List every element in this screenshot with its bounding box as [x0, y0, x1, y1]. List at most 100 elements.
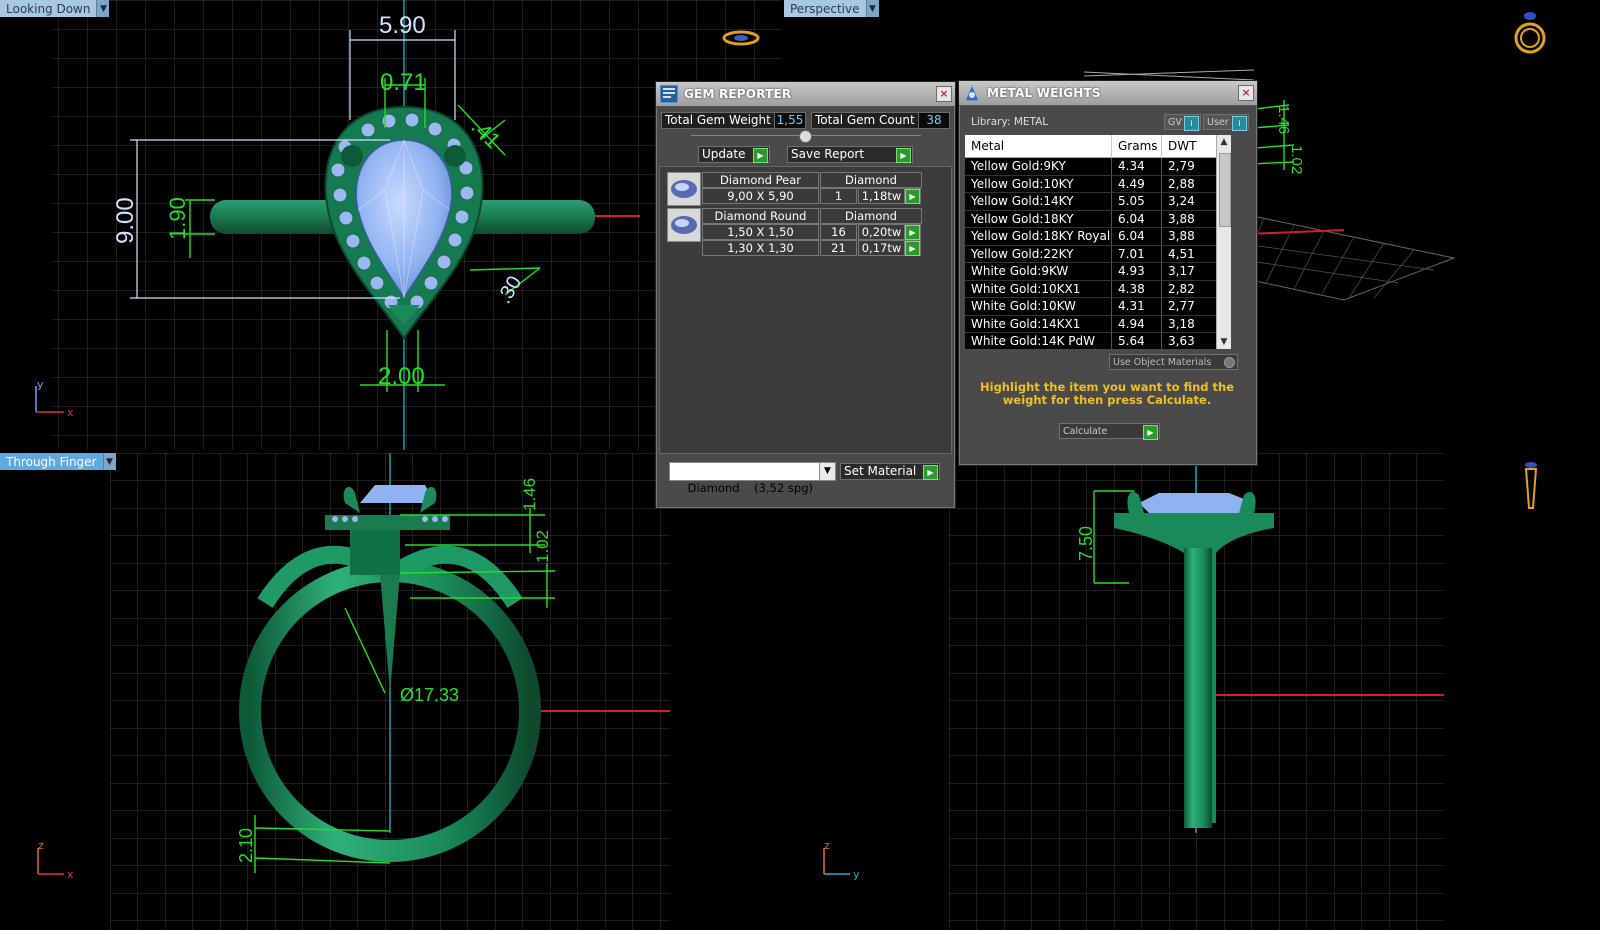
play-icon: ▶ — [1143, 425, 1158, 440]
metal-name-cell: White Gold:10KW — [965, 298, 1112, 315]
table-row[interactable]: White Gold:10KX1 4.38 2,82 — [965, 280, 1231, 298]
grams-cell: 4.93 — [1112, 263, 1162, 280]
table-row[interactable]: Yellow Gold:14KY 5.05 3,24 — [965, 193, 1231, 211]
chevron-down-icon[interactable]: ▼ — [102, 453, 116, 470]
gem-size[interactable]: 1,50 X 1,50 — [702, 224, 819, 240]
select-gem-button[interactable]: ▶ — [905, 224, 921, 240]
dim-finger-b: 1.02 — [533, 530, 552, 563]
axis-x-label: x — [67, 868, 74, 881]
table-row[interactable]: Yellow Gold:9KY 4.34 2,79 — [965, 158, 1231, 176]
scroll-down-icon[interactable]: ▼ — [1217, 335, 1231, 349]
grams-cell: 5.64 — [1112, 333, 1162, 349]
gem-reporter-titlebar[interactable]: GEM REPORTER × — [656, 82, 955, 107]
close-icon[interactable]: × — [1238, 85, 1254, 101]
grams-cell: 4.31 — [1112, 298, 1162, 315]
save-report-button[interactable]: Save Report ▶ — [787, 146, 913, 163]
table-row[interactable]: White Gold:14KX1 4.94 3,18 — [965, 315, 1231, 333]
table-row[interactable]: White Gold:14K PdW 5.64 3,63 — [965, 333, 1231, 349]
material-select[interactable]: Diamond (3,52 spg) ▼ — [669, 462, 836, 495]
gem-size[interactable]: 1,30 X 1,30 — [702, 240, 819, 256]
gv-toggle[interactable]: GV i — [1164, 114, 1201, 131]
grams-cell: 4.38 — [1112, 280, 1162, 297]
metal-weights-table[interactable]: Metal Grams DWT Yellow Gold:9KY 4.34 2,79 Y… — [965, 135, 1231, 349]
dwt-cell: 3,17 — [1162, 263, 1221, 280]
set-material-button[interactable]: Set Material ▶ — [840, 463, 940, 480]
gem-size[interactable]: 9,00 X 5,90 — [702, 188, 819, 204]
material-select-value: Diamond (3,52 spg) — [687, 481, 813, 495]
viewport-label-through-finger[interactable]: Through Finger ▼ — [0, 453, 116, 470]
collapse-toggle-icon[interactable] — [799, 130, 812, 143]
pear-gem-thumbnail[interactable] — [667, 172, 701, 206]
info-icon: i — [1184, 116, 1199, 131]
dwt-cell: 4,51 — [1162, 245, 1221, 262]
table-row[interactable]: Yellow Gold:10KY 4.49 2,88 — [965, 175, 1231, 193]
gem-name[interactable]: Diamond Round — [702, 208, 819, 224]
metal-name-cell: Yellow Gold:22KY — [965, 245, 1112, 262]
scroll-up-icon[interactable]: ▲ — [1217, 135, 1231, 149]
table-row[interactable]: White Gold:9KW 4.93 3,17 — [965, 263, 1231, 281]
metal-name-cell: White Gold:14KX1 — [965, 315, 1112, 332]
table-row[interactable]: Yellow Gold:22KY 7.01 4,51 — [965, 245, 1231, 263]
chevron-down-icon[interactable]: ▼ — [865, 0, 879, 17]
gem-count[interactable]: 1 — [820, 188, 857, 204]
dwt-cell: 2,88 — [1162, 175, 1221, 192]
table-scrollbar[interactable]: ▲ ▼ — [1216, 135, 1231, 349]
metal-name-cell: Yellow Gold:9KY — [965, 158, 1112, 175]
gem-count[interactable]: 16 — [820, 224, 857, 240]
save-report-button-label: Save Report — [791, 147, 865, 161]
gem-count[interactable]: 21 — [820, 240, 857, 256]
viewport-through-finger[interactable]: 1.46 1.02 Ø17.33 2.10 z x Through Finger… — [0, 453, 781, 930]
metal-weights-title: METAL WEIGHTS — [987, 86, 1101, 100]
metal-weights-titlebar[interactable]: METAL WEIGHTS × — [959, 81, 1257, 106]
table-row[interactable]: Yellow Gold:18KY Royal 6.04 3,88 — [965, 228, 1231, 246]
gem-reporter-panel[interactable]: GEM REPORTER × Total Gem Weight 1,55 Tot… — [655, 81, 956, 509]
viewport-label-looking-down[interactable]: Looking Down ▼ — [0, 0, 110, 17]
viewport-label-text: Looking Down — [0, 0, 97, 17]
metal-name-cell: Yellow Gold:18KY Royal — [965, 228, 1112, 245]
metal-name-cell: Yellow Gold:10KY — [965, 175, 1112, 192]
grams-cell: 5.05 — [1112, 193, 1162, 210]
viewport-side[interactable]: 7.50 z y — [784, 453, 1600, 930]
close-icon[interactable]: × — [936, 86, 952, 102]
round-gem-thumbnail[interactable] — [667, 208, 701, 242]
calculate-button[interactable]: Calculate ▶ — [1059, 423, 1160, 440]
axis-z-label: z — [38, 839, 44, 852]
dwt-cell: 3,24 — [1162, 193, 1221, 210]
column-header-metal[interactable]: Metal — [965, 135, 1112, 157]
gem-name[interactable]: Diamond Pear — [702, 172, 819, 188]
metal-weights-icon — [964, 83, 980, 102]
dim-shank-width: 1.90 — [165, 197, 190, 240]
gem-weight[interactable]: 0,20tw — [858, 224, 905, 240]
grams-cell: 4.94 — [1112, 315, 1162, 332]
gem-material[interactable]: Diamond — [820, 172, 922, 188]
user-toggle[interactable]: User i — [1203, 114, 1249, 131]
metal-weights-panel[interactable]: METAL WEIGHTS × Library: METAL GV i User i… — [958, 80, 1258, 466]
dim-width: 5.90 — [379, 12, 426, 39]
dwt-cell: 2,79 — [1162, 158, 1221, 175]
chevron-down-icon[interactable]: ▼ — [96, 0, 110, 17]
gem-reporter-icon — [659, 84, 679, 104]
gem-material[interactable]: Diamond — [820, 208, 922, 224]
table-row[interactable]: White Gold:10KW 4.31 2,77 — [965, 298, 1231, 316]
gem-weight[interactable]: 0,17tw — [858, 240, 905, 256]
gem-weight[interactable]: 1,18tw — [858, 188, 905, 204]
dwt-cell: 3,88 — [1162, 210, 1221, 227]
scroll-thumb[interactable] — [1219, 153, 1231, 227]
use-object-materials-toggle[interactable]: Use Object Materials — [1109, 354, 1238, 370]
chevron-down-icon[interactable]: ▼ — [819, 463, 835, 480]
table-row[interactable]: Yellow Gold:18KY 6.04 3,88 — [965, 210, 1231, 228]
metal-name-cell: White Gold:9KW — [965, 263, 1112, 280]
select-gem-button[interactable]: ▶ — [905, 240, 921, 256]
dwt-cell: 2,77 — [1162, 298, 1221, 315]
column-header-grams[interactable]: Grams — [1112, 135, 1162, 157]
update-button[interactable]: Update ▶ — [698, 146, 770, 163]
grams-cell: 7.01 — [1112, 245, 1162, 262]
dim-perspective-a: 1.46 — [1275, 105, 1292, 134]
viewport-label-perspective[interactable]: Perspective ▼ — [784, 0, 879, 17]
column-header-dwt[interactable]: DWT — [1162, 135, 1221, 157]
select-gem-button[interactable]: ▶ — [905, 188, 921, 204]
use-object-materials-label: Use Object Materials — [1113, 357, 1212, 368]
axis-x-label: x — [67, 406, 74, 419]
through-finger-scene: 1.46 1.02 Ø17.33 2.10 z x — [37, 453, 670, 930]
play-icon: ▶ — [753, 148, 768, 163]
